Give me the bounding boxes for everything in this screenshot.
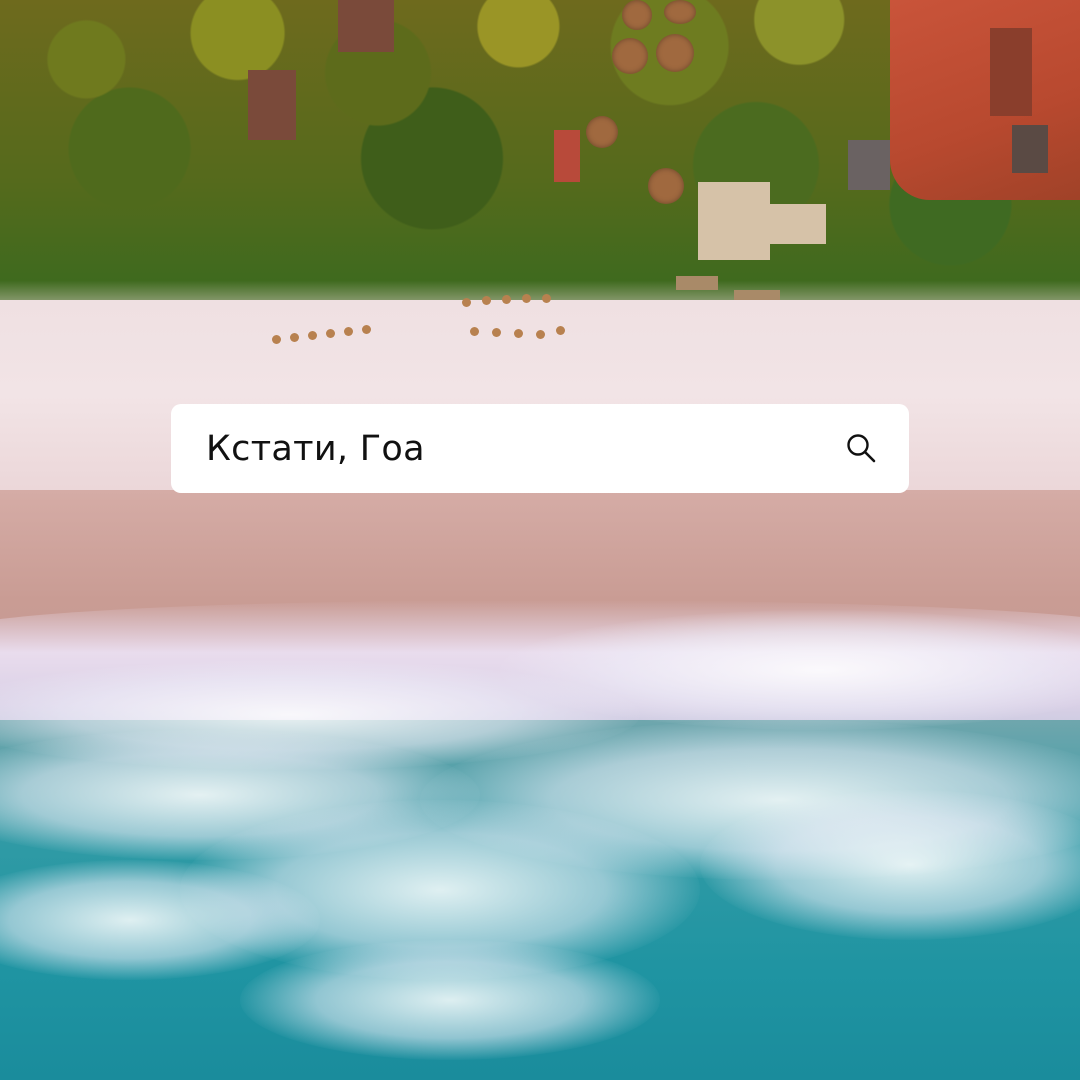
roof [248, 70, 296, 140]
roof [848, 140, 890, 190]
search-bar[interactable]: Кстати, Гоа [171, 404, 909, 493]
umbrella [536, 330, 545, 339]
umbrella [344, 327, 353, 336]
umbrella [514, 329, 523, 338]
umbrella [308, 331, 317, 340]
hut [586, 116, 618, 148]
umbrella [362, 325, 371, 334]
roof [338, 0, 394, 52]
red-earth-clearing [890, 0, 1080, 200]
umbrella [462, 298, 471, 307]
roof [990, 28, 1032, 116]
thatched-roof [698, 182, 770, 260]
search-query[interactable]: Кстати, Гоа [206, 429, 845, 469]
roof [554, 130, 580, 182]
umbrella [326, 329, 335, 338]
umbrella [556, 326, 565, 335]
hut [612, 38, 648, 74]
umbrella [492, 328, 501, 337]
umbrella [542, 294, 551, 303]
hut [648, 168, 684, 204]
thatched-roof [768, 204, 826, 244]
beach-shack [676, 276, 718, 290]
umbrella [502, 295, 511, 304]
hut [664, 0, 696, 24]
roof [1012, 125, 1048, 173]
umbrella [522, 294, 531, 303]
umbrella [272, 335, 281, 344]
magnifier-icon[interactable] [845, 432, 879, 466]
umbrella [470, 327, 479, 336]
umbrella [482, 296, 491, 305]
hut [622, 0, 652, 30]
umbrella [290, 333, 299, 342]
hut [656, 34, 694, 72]
wave-foam [240, 940, 660, 1060]
beach-aerial-background [0, 0, 1080, 1080]
